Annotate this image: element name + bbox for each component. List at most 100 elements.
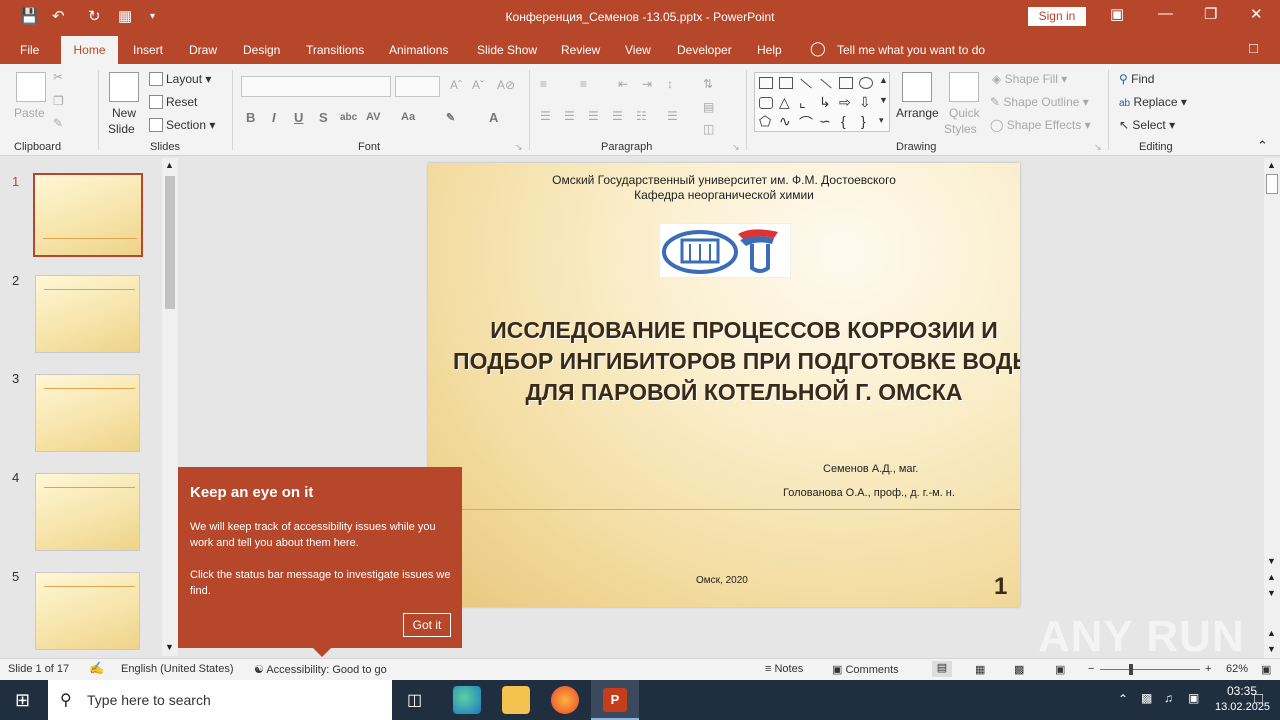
collapse-ribbon-icon[interactable]: ⌃	[1257, 138, 1268, 154]
left-brace-shape-icon[interactable]: {	[841, 113, 846, 129]
tab-draw[interactable]: Draw	[189, 43, 217, 57]
font-dialog-icon[interactable]: ↘	[515, 142, 523, 153]
zoom-out-icon[interactable]: −	[1088, 663, 1094, 675]
author-1-text[interactable]: Семенов А.Д., маг.	[823, 463, 918, 475]
line-shape-icon[interactable]	[800, 78, 812, 89]
slide-thumbnail-3[interactable]	[35, 374, 140, 452]
arc-shape-icon[interactable]: ⌒	[799, 113, 813, 133]
scroll-down-icon[interactable]: ▼	[1267, 644, 1276, 654]
shadow-icon[interactable]: S	[319, 110, 328, 125]
notification-monitor-icon[interactable]: ▣	[1188, 691, 1199, 705]
character-spacing-icon[interactable]: AV	[366, 111, 380, 123]
select-button[interactable]: ↖ Select ▾	[1119, 118, 1175, 132]
reading-view-icon[interactable]: ▩	[1014, 663, 1024, 676]
new-slide-icon[interactable]	[109, 72, 139, 102]
sign-in-button[interactable]: Sign in	[1028, 7, 1086, 26]
align-text-icon[interactable]: ▤	[703, 100, 714, 114]
shape-outline-button[interactable]: ✎ Shape Outline ▾	[990, 95, 1089, 109]
scroll-down-icon[interactable]: ▼	[1267, 556, 1276, 566]
slide-thumbnail-5[interactable]	[35, 572, 140, 650]
zoom-slider[interactable]	[1100, 669, 1200, 670]
tab-design[interactable]: Design	[243, 43, 280, 57]
replace-button[interactable]: ab Replace ▾	[1119, 95, 1187, 109]
line-spacing-icon[interactable]: ↕	[667, 77, 673, 91]
underline-icon[interactable]: U	[294, 110, 303, 125]
italic-icon[interactable]: I	[272, 110, 276, 125]
slide-counter[interactable]: Slide 1 of 17	[8, 663, 69, 675]
slide-title[interactable]: ИССЛЕДОВАНИЕ ПРОЦЕССОВ КОРРОЗИИ И ПОДБОР…	[448, 315, 1020, 408]
align-center-icon[interactable]: ☰	[564, 109, 575, 123]
numbering-icon[interactable]: ≡	[580, 77, 587, 91]
paste-button[interactable]: Paste	[14, 106, 45, 120]
font-color-icon[interactable]: A	[489, 110, 498, 125]
edge-icon[interactable]	[453, 686, 481, 714]
rectangle-shape-icon[interactable]	[839, 77, 853, 89]
right-arrow-shape-icon[interactable]: ⇨	[839, 94, 851, 111]
new-slide-button-label[interactable]: Slide	[108, 122, 135, 136]
shape-fill-button[interactable]: ◈ Shape Fill ▾	[992, 72, 1067, 86]
scroll-up-icon[interactable]: ▲	[1267, 160, 1276, 170]
network-icon[interactable]: ▩	[1141, 691, 1152, 705]
increase-font-icon[interactable]: Aˆ	[450, 78, 462, 92]
arrow-shape-icon[interactable]	[820, 78, 832, 89]
shapes-gallery[interactable]: △ ⌞ ↳ ⇨ ⇩ ⬠ ∿ ⌒ ∽ { } ▲ ▼ ▾	[754, 72, 890, 132]
thumbnails-scrollbar[interactable]: ▲ ▼	[162, 158, 178, 656]
text-direction-icon[interactable]: ⇅	[703, 77, 713, 91]
city-year-text[interactable]: Омск, 2020	[696, 575, 748, 586]
clear-formatting-icon[interactable]: A⊘	[497, 78, 515, 92]
slide-canvas[interactable]: Омский Государственный университет им. Ф…	[428, 163, 1020, 607]
quick-styles-button[interactable]: Quick	[949, 106, 980, 120]
tab-developer[interactable]: Developer	[677, 43, 732, 57]
zoom-slider-thumb[interactable]	[1129, 664, 1133, 675]
font-size-select[interactable]	[395, 76, 440, 97]
bullets-icon[interactable]: ≡	[540, 77, 547, 91]
author-2-text[interactable]: Голованова О.А., проф., д. г.-м. н.	[783, 487, 955, 499]
elbow-arrow-shape-icon[interactable]: ↳	[819, 94, 831, 111]
close-icon[interactable]: ✕	[1250, 5, 1263, 23]
slide-thumbnail-4[interactable]	[35, 473, 140, 551]
tell-me-search[interactable]: Tell me what you want to do	[837, 43, 985, 57]
quick-styles-button-label[interactable]: Styles	[944, 122, 977, 136]
university-logo[interactable]	[659, 223, 791, 278]
slide-sorter-icon[interactable]: ▦	[975, 663, 985, 676]
ribbon-display-icon[interactable]: ▣	[1110, 5, 1124, 23]
drawing-dialog-icon[interactable]: ↘	[1094, 142, 1102, 153]
university-text[interactable]: Омский Государственный университет им. Ф…	[428, 173, 1020, 187]
powerpoint-taskbar-item[interactable]: P	[591, 680, 639, 720]
arrange-button[interactable]: Arrange	[896, 106, 939, 120]
taskbar-search-box[interactable]: ⚲ Type here to search	[48, 680, 392, 720]
justify-icon[interactable]: ☰	[612, 109, 623, 123]
layout-button[interactable]: Layout ▾	[149, 72, 211, 86]
slide-show-icon[interactable]: ▣	[1055, 663, 1065, 676]
accessibility-status[interactable]: ☯ Accessibility: Good to go	[254, 663, 387, 676]
change-case-icon[interactable]: Aa	[401, 111, 415, 123]
smartart-icon[interactable]: ◫	[703, 122, 714, 136]
language-indicator[interactable]: English (United States)	[121, 663, 234, 675]
pentagon-shape-icon[interactable]: ⬠	[759, 113, 771, 130]
gallery-scroll-down-icon[interactable]: ▼	[879, 95, 888, 105]
next-slide-icon[interactable]: ▼	[1267, 588, 1276, 598]
clock-time[interactable]: 03:35	[1227, 684, 1257, 698]
bold-icon[interactable]: B	[246, 110, 255, 125]
tab-slide-show[interactable]: Slide Show	[477, 43, 537, 57]
department-text[interactable]: Кафедра неорганической химии	[428, 188, 1020, 202]
comments-button[interactable]: ▣ Comments	[832, 663, 899, 676]
quick-styles-icon[interactable]	[949, 72, 979, 102]
gallery-scroll-up-icon[interactable]: ▲	[879, 75, 888, 85]
slide-scroll-thumb[interactable]	[1266, 174, 1278, 194]
task-view-icon[interactable]: ◫	[407, 690, 422, 710]
thumbnails-scroll-thumb[interactable]	[165, 176, 175, 309]
strikethrough-icon[interactable]: abc	[340, 112, 357, 123]
find-button[interactable]: ⚲ Find	[1119, 72, 1154, 86]
slide-thumbnail-2[interactable]	[35, 275, 140, 353]
scroll-up-icon[interactable]: ▲	[165, 160, 174, 170]
file-explorer-icon[interactable]	[502, 686, 530, 714]
slide-thumbnail-1[interactable]	[33, 173, 143, 257]
tab-home[interactable]: Home	[61, 36, 118, 64]
decrease-font-icon[interactable]: Aˇ	[472, 78, 484, 92]
zoom-level[interactable]: 62%	[1226, 663, 1248, 675]
tab-view[interactable]: View	[625, 43, 651, 57]
align-left-icon[interactable]: ☰	[540, 109, 551, 123]
format-painter-icon[interactable]: ✎	[53, 116, 63, 130]
triangle-shape-icon[interactable]: △	[779, 94, 790, 111]
